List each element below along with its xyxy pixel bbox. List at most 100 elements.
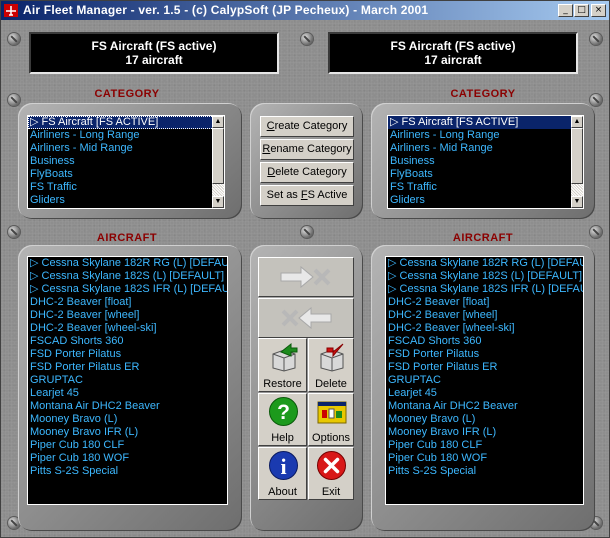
left-aircraft-list[interactable]: ▷ Cessna Skylane 182R RG (L) [DEFAUL ▷ Ce… [27,256,228,505]
delete-button[interactable]: Delete [308,338,354,392]
right-category-list[interactable]: ▷ FS Aircraft [FS ACTIVE] Airliners - Lon… [387,115,584,209]
category-item[interactable]: Business [388,155,583,168]
aircraft-item[interactable]: FSD Porter Pilatus ER [386,361,583,374]
aircraft-item[interactable]: Learjet 45 [386,387,583,400]
aircraft-item[interactable]: Piper Cub 180 WOF [28,452,227,465]
aircraft-item[interactable]: Mooney Bravo IFR (L) [28,426,227,439]
aircraft-item[interactable]: Montana Air DHC2 Beaver [28,400,227,413]
scroll-up-icon[interactable]: ▲ [571,116,583,128]
aircraft-item[interactable]: FSCAD Shorts 360 [386,335,583,348]
category-item[interactable]: Business [28,155,224,168]
category-item[interactable]: FlyBoats [28,168,224,181]
box-arrow-up-icon [272,342,298,372]
aircraft-item[interactable]: FSD Porter Pilatus [386,348,583,361]
box-arrow-down-icon [320,343,344,372]
category-item[interactable]: Airliners - Long Range [28,129,224,142]
left-display-title: FS Aircraft (FS active) [91,39,217,53]
app-window: Air Fleet Manager - ver. 1.5 - (c) Calyp… [0,0,610,538]
arrow-right-airplane-icon [280,265,331,289]
title-bar[interactable]: Air Fleet Manager - ver. 1.5 - (c) Calyp… [1,1,609,20]
minimize-button[interactable]: _ [558,4,573,17]
restore-label: Restore [263,378,302,390]
scroll-down-icon[interactable]: ▼ [212,196,224,208]
screw-icon [8,226,20,238]
rename-category-button[interactable]: Rename Category [260,139,354,160]
left-category-label: CATEGORY [94,88,160,100]
left-category-list[interactable]: ▷ FS Aircraft [FS ACTIVE] Airliners - Lon… [27,115,225,209]
aircraft-item[interactable]: ▷ Cessna Skylane 182S IFR (L) [DEFAUL [386,283,583,296]
scroll-down-icon[interactable]: ▼ [571,196,583,208]
aircraft-item[interactable]: Mooney Bravo IFR (L) [386,426,583,439]
aircraft-item[interactable]: FSD Porter Pilatus [28,348,227,361]
aircraft-item[interactable]: Mooney Bravo (L) [386,413,583,426]
category-item[interactable]: Airliners - Mid Range [388,142,583,155]
category-item[interactable]: FS Traffic [388,181,583,194]
aircraft-item[interactable]: GRUPTAC [28,374,227,387]
aircraft-item[interactable]: DHC-2 Beaver [float] [28,296,227,309]
screw-icon [8,94,20,106]
right-category-scrollbar[interactable]: ▲ ▼ [571,116,583,208]
options-button[interactable]: Options [308,393,354,446]
close-x-icon [317,451,346,480]
right-display-count: 17 aircraft [424,53,482,67]
category-item[interactable]: FlyBoats [388,168,583,181]
aircraft-item[interactable]: Pitts S-2S Special [28,465,227,478]
aircraft-item[interactable]: FSCAD Shorts 360 [28,335,227,348]
copy-left-button[interactable] [258,298,354,338]
scroll-thumb[interactable] [571,128,583,184]
close-button[interactable]: × [591,4,606,17]
aircraft-item[interactable]: Pitts S-2S Special [386,465,583,478]
options-dialog-icon [317,401,347,424]
left-display-count: 17 aircraft [125,53,183,67]
aircraft-item[interactable]: Piper Cub 180 CLF [28,439,227,452]
aircraft-item[interactable]: GRUPTAC [386,374,583,387]
right-display-title: FS Aircraft (FS active) [390,39,516,53]
category-item[interactable]: ▷ FS Aircraft [FS ACTIVE] [388,116,583,129]
category-item[interactable]: Airliners - Mid Range [28,142,224,155]
aircraft-item[interactable]: ▷ Cessna Skylane 182R RG (L) [DEFAUL [386,257,583,270]
create-category-button[interactable]: Create Category [260,116,354,137]
arrow-left-airplane-icon [281,306,332,330]
category-item[interactable]: Gliders [388,194,583,207]
svg-text:?: ? [277,401,290,424]
category-item[interactable]: ▷ FS Aircraft [FS ACTIVE] [28,116,224,129]
aircraft-item[interactable]: DHC-2 Beaver [float] [386,296,583,309]
aircraft-item[interactable]: ▷ Cessna Skylane 182S (L) [DEFAULT] [386,270,583,283]
aircraft-item[interactable]: ▷ Cessna Skylane 182R RG (L) [DEFAUL [28,257,227,270]
aircraft-item[interactable]: FSD Porter Pilatus ER [28,361,227,374]
aircraft-item[interactable]: DHC-2 Beaver [wheel-ski] [386,322,583,335]
copy-right-button[interactable] [258,257,354,297]
airplane-app-icon [4,4,18,17]
aircraft-item[interactable]: Mooney Bravo (L) [28,413,227,426]
category-item[interactable]: FS Traffic [28,181,224,194]
aircraft-item[interactable]: ▷ Cessna Skylane 182S IFR (L) [DEFAUL [28,283,227,296]
aircraft-item[interactable]: DHC-2 Beaver [wheel] [386,309,583,322]
about-button[interactable]: i About [258,447,307,500]
set-fs-active-button[interactable]: Set as FS Active [260,185,354,206]
scroll-up-icon[interactable]: ▲ [212,116,224,128]
screw-icon [301,226,313,238]
scroll-thumb[interactable] [212,128,224,184]
right-fleet-display: FS Aircraft (FS active) 17 aircraft [328,32,578,74]
category-item[interactable]: Gliders [28,194,224,207]
delete-label: Delete [315,378,347,390]
restore-button[interactable]: Restore [258,338,307,392]
aircraft-item[interactable]: Piper Cub 180 WOF [386,452,583,465]
left-category-scrollbar[interactable]: ▲ ▼ [212,116,224,208]
aircraft-item[interactable]: DHC-2 Beaver [wheel] [28,309,227,322]
screw-icon [8,33,20,45]
window-title: Air Fleet Manager - ver. 1.5 - (c) Calyp… [23,3,429,17]
exit-button[interactable]: Exit [308,447,354,500]
help-button[interactable]: ? Help [258,393,307,446]
aircraft-item[interactable]: DHC-2 Beaver [wheel-ski] [28,322,227,335]
category-item[interactable]: Airliners - Long Range [388,129,583,142]
aircraft-item[interactable]: ▷ Cessna Skylane 182S (L) [DEFAULT] [28,270,227,283]
aircraft-item[interactable]: Montana Air DHC2 Beaver [386,400,583,413]
info-icon: i [269,451,298,480]
delete-category-button[interactable]: Delete Category [260,162,354,183]
maximize-button[interactable]: □ [574,4,589,17]
screw-icon [590,94,602,106]
aircraft-item[interactable]: Piper Cub 180 CLF [386,439,583,452]
aircraft-item[interactable]: Learjet 45 [28,387,227,400]
right-aircraft-list[interactable]: ▷ Cessna Skylane 182R RG (L) [DEFAUL ▷ Ce… [385,256,584,505]
